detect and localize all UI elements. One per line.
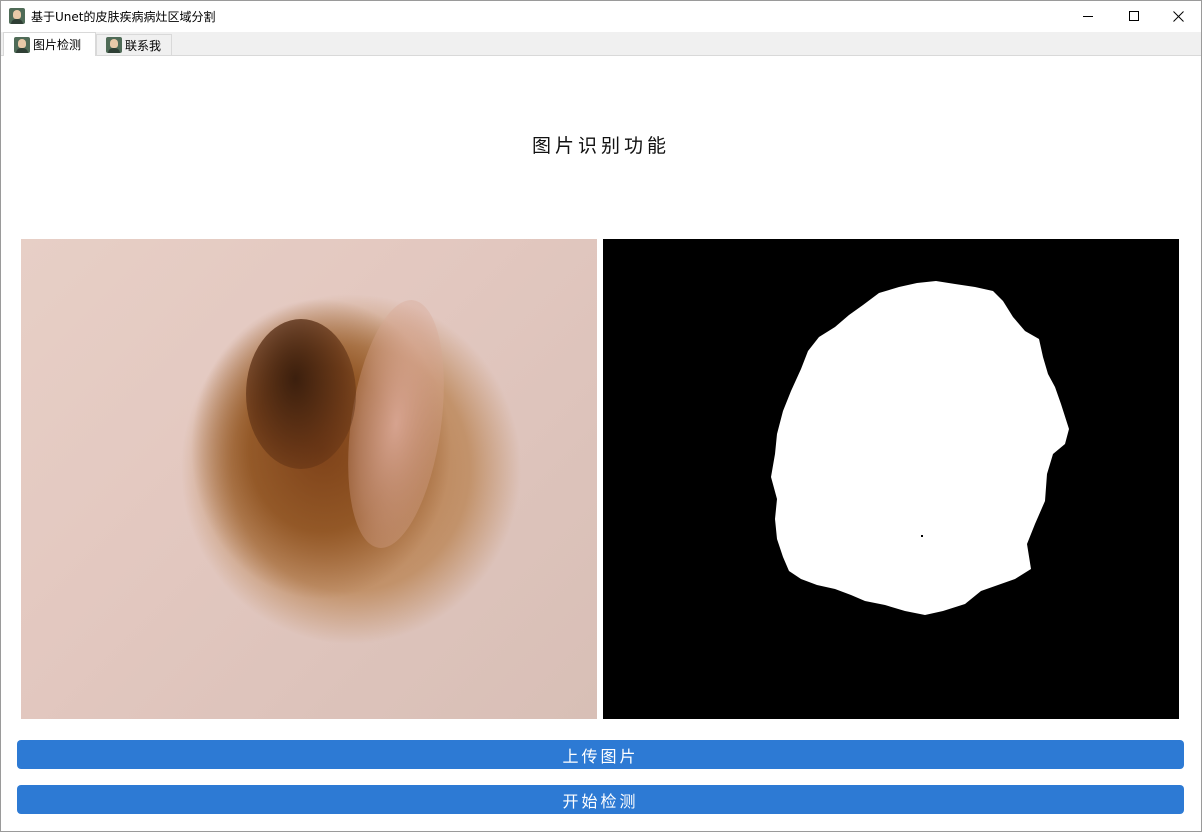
- start-detection-button[interactable]: 开始检测: [17, 785, 1184, 814]
- tab-image-detection[interactable]: 图片检测: [3, 32, 96, 56]
- portrait-icon: [9, 8, 25, 24]
- close-button[interactable]: [1155, 1, 1201, 31]
- window-title: 基于Unet的皮肤疾病病灶区域分割: [31, 10, 216, 24]
- portrait-icon: [14, 36, 30, 53]
- tab-contact[interactable]: 联系我: [96, 34, 172, 55]
- input-image: [21, 239, 597, 719]
- title-bar[interactable]: 基于Unet的皮肤疾病病灶区域分割: [1, 1, 1201, 31]
- tab-label: 联系我: [125, 38, 162, 53]
- lesion-highlight: [334, 293, 458, 555]
- app-window: 基于Unet的皮肤疾病病灶区域分割 图片检测 联系我 图片识别功能 上传图片 开…: [0, 0, 1202, 832]
- portrait-icon: [106, 37, 122, 53]
- mask-region: [771, 281, 1069, 615]
- maximize-button[interactable]: [1111, 1, 1157, 31]
- page-title: 图片识别功能: [531, 135, 670, 157]
- upload-image-button[interactable]: 上传图片: [17, 740, 1184, 769]
- lesion-dark-area: [246, 319, 356, 469]
- tab-label: 图片检测: [33, 38, 82, 52]
- segmentation-mask-image: [603, 239, 1179, 719]
- maximize-icon: [1129, 11, 1139, 21]
- minimize-icon: [1083, 15, 1093, 17]
- segmentation-mask: [771, 281, 1069, 615]
- close-icon: [1172, 10, 1184, 22]
- minimize-button[interactable]: [1065, 1, 1111, 31]
- tab-bar: 图片检测 联系我: [1, 32, 1201, 56]
